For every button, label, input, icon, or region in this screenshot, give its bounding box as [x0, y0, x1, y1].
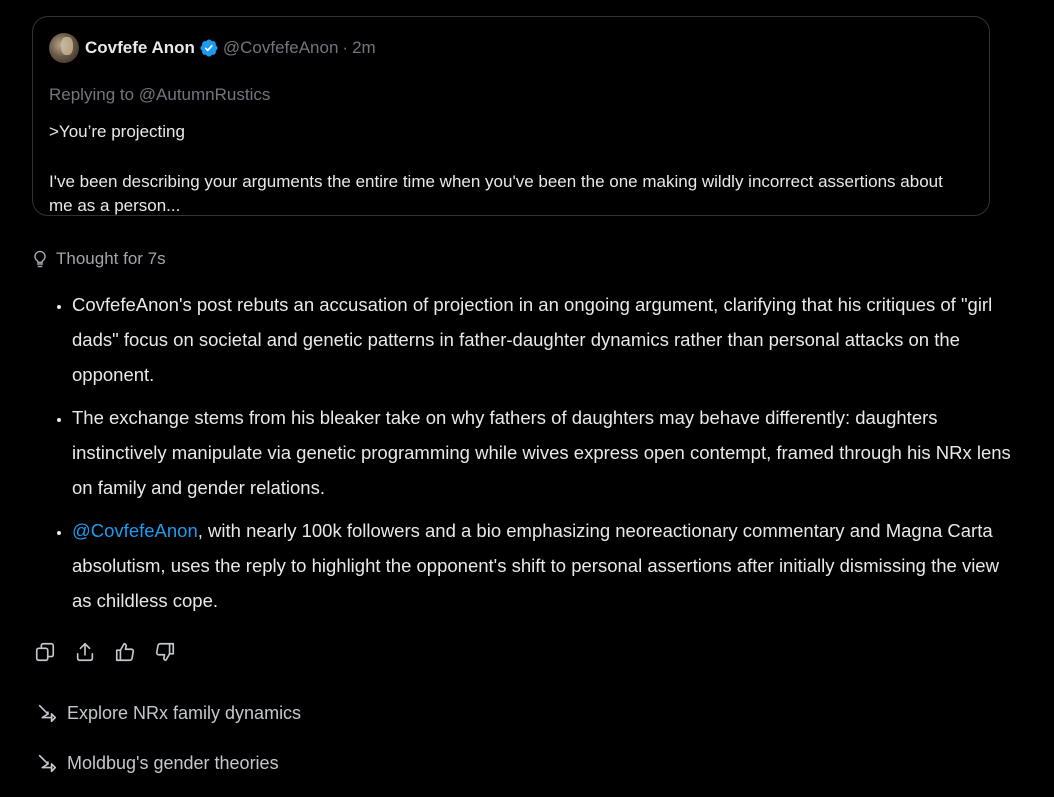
- action-row: [34, 640, 176, 664]
- tweet-line-quote: >You’re projecting: [49, 122, 185, 141]
- tweet-body: >You’re projecting I've been describing …: [49, 120, 969, 244]
- arrow-icon: [38, 704, 57, 723]
- display-name[interactable]: Covfefe Anon: [85, 38, 195, 58]
- suggestion-explore-nrx[interactable]: Explore NRx family dynamics: [36, 702, 301, 724]
- bullet-text: The exchange stems from his bleaker take…: [72, 407, 1011, 498]
- mention-link[interactable]: @CovfefeAnon: [72, 520, 198, 541]
- like-button[interactable]: [114, 640, 136, 664]
- grok-response-page: Covfefe Anon @CovfefeAnon · 2m Replying …: [0, 0, 1054, 797]
- bullet-text: , with nearly 100k followers and a bio e…: [72, 520, 999, 611]
- thought-label: Thought for 7s: [56, 249, 166, 268]
- list-item: CovfefeAnon's post rebuts an accusation …: [72, 287, 1012, 392]
- share-button[interactable]: [74, 640, 96, 664]
- avatar[interactable]: [49, 33, 79, 63]
- suggestion-label: Moldbug's gender theories: [67, 752, 279, 773]
- list-item: The exchange stems from his bleaker take…: [72, 400, 1012, 505]
- list-item: @CovfefeAnon, with nearly 100k followers…: [72, 513, 1012, 618]
- replying-to: Replying to @AutumnRustics: [49, 85, 271, 104]
- separator: ·: [342, 38, 349, 57]
- thumbs-down-icon: [155, 642, 175, 662]
- handle[interactable]: @CovfefeAnon: [223, 38, 339, 58]
- arrow-icon: [38, 754, 57, 773]
- copy-icon: [35, 642, 55, 662]
- timestamp[interactable]: 2m: [352, 38, 376, 58]
- suggestion-moldbug[interactable]: Moldbug's gender theories: [36, 752, 279, 774]
- share-icon: [76, 642, 94, 662]
- quoted-tweet-card[interactable]: Covfefe Anon @CovfefeAnon · 2m Replying …: [32, 16, 990, 216]
- bullet-text: CovfefeAnon's post rebuts an accusation …: [72, 294, 993, 385]
- thought-toggle[interactable]: Thought for 7s: [30, 249, 166, 269]
- tweet-header: Covfefe Anon @CovfefeAnon · 2m: [49, 33, 376, 63]
- answer-list: CovfefeAnon's post rebuts an accusation …: [50, 287, 1012, 626]
- suggestion-label: Explore NRx family dynamics: [67, 702, 302, 723]
- thumbs-up-icon: [115, 642, 135, 662]
- lightbulb-icon: [34, 250, 46, 268]
- copy-button[interactable]: [34, 640, 56, 664]
- dislike-button[interactable]: [154, 640, 176, 664]
- verified-badge-icon: [199, 38, 219, 58]
- tweet-line-main: I've been describing your arguments the …: [49, 172, 943, 215]
